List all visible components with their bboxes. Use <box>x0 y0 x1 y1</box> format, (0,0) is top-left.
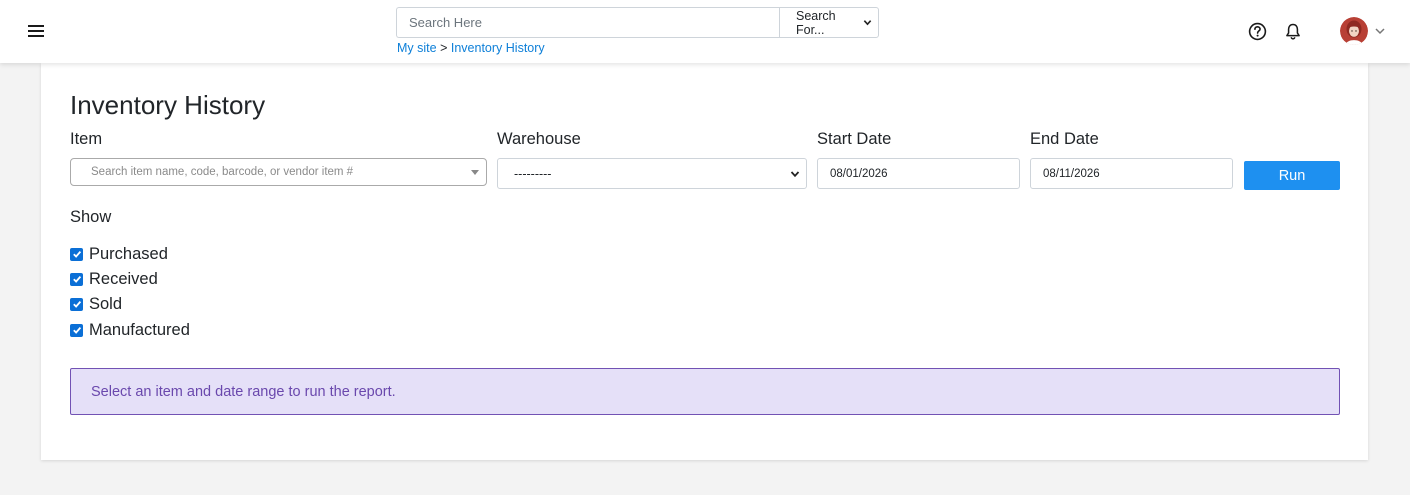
item-label: Item <box>70 130 103 148</box>
search-scope-select[interactable]: Search For... <box>779 7 879 38</box>
caret-down-icon <box>471 170 479 175</box>
chevron-down-icon <box>1375 28 1385 35</box>
checkbox-checked-icon[interactable] <box>70 297 83 311</box>
hamburger-menu-icon[interactable] <box>26 21 46 41</box>
start-date-input[interactable] <box>817 158 1020 189</box>
page-title: Inventory History <box>70 90 266 120</box>
item-search-placeholder: Search item name, code, barcode, or vend… <box>91 166 354 178</box>
show-label: Show <box>70 208 112 226</box>
help-circle-icon[interactable] <box>1248 22 1267 41</box>
checkbox-checked-icon[interactable] <box>70 272 83 286</box>
breadcrumb: My site > Inventory History <box>397 41 545 55</box>
breadcrumb-separator: > <box>440 41 448 55</box>
run-button[interactable]: Run <box>1244 161 1340 190</box>
chevron-down-icon <box>790 170 800 177</box>
checkbox-checked-icon[interactable] <box>70 323 83 337</box>
checkbox-checked-icon[interactable] <box>70 247 83 261</box>
checkbox-sold[interactable]: Sold <box>70 294 122 314</box>
report-card: Inventory History Item Search item name,… <box>41 63 1368 460</box>
breadcrumb-home-link[interactable]: My site <box>397 41 437 55</box>
warehouse-selected-value: --------- <box>514 166 552 181</box>
checkbox-label: Manufactured <box>89 320 190 339</box>
avatar <box>1340 17 1368 45</box>
end-date-label: End Date <box>1030 130 1099 148</box>
end-date-input[interactable] <box>1030 158 1233 189</box>
start-date-label: Start Date <box>817 130 892 148</box>
info-alert: Select an item and date range to run the… <box>70 368 1340 415</box>
top-navbar: Search For... My site > Inventory Histor… <box>0 0 1410 63</box>
warehouse-label: Warehouse <box>497 130 581 148</box>
item-search-select[interactable]: Search item name, code, barcode, or vend… <box>70 158 487 186</box>
bell-icon[interactable] <box>1284 22 1302 41</box>
checkbox-manufactured[interactable]: Manufactured <box>70 320 190 340</box>
checkbox-label: Purchased <box>89 244 168 263</box>
global-search-input[interactable] <box>396 7 779 38</box>
account-menu[interactable] <box>1340 17 1386 45</box>
info-alert-text: Select an item and date range to run the… <box>91 383 396 400</box>
checkbox-received[interactable]: Received <box>70 269 158 289</box>
checkbox-purchased[interactable]: Purchased <box>70 244 168 264</box>
search-scope-label: Search For... <box>796 8 836 37</box>
checkbox-label: Received <box>89 269 158 288</box>
chevron-down-icon <box>863 20 872 26</box>
breadcrumb-current-link[interactable]: Inventory History <box>451 41 545 55</box>
warehouse-select[interactable]: --------- <box>497 158 807 189</box>
checkbox-label: Sold <box>89 294 123 313</box>
